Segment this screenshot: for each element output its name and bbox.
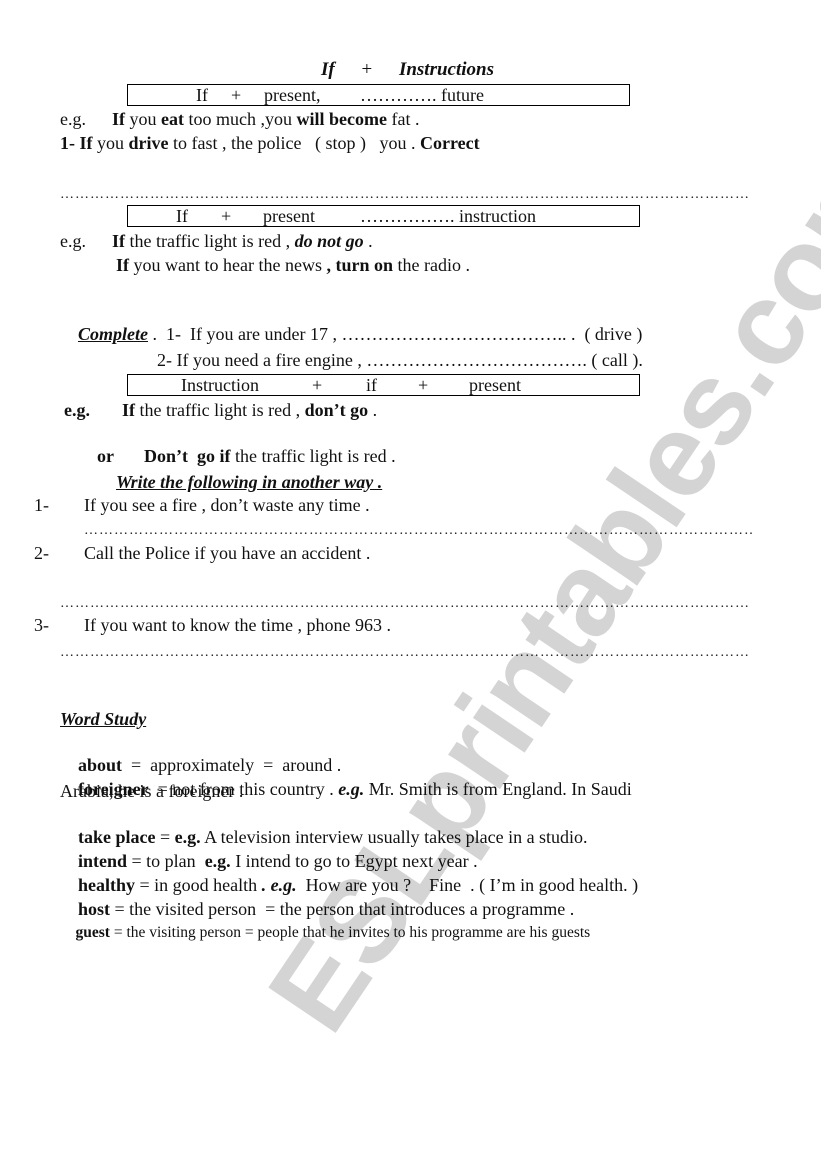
eg-label: e.g. [60,109,86,129]
example-instruction-2: If you want to hear the news , turn on t… [116,254,470,276]
rewrite-item-3-text: If you want to know the time , phone 963… [84,615,391,635]
formula-box-instruction: If + present ……………. instruction [127,205,640,227]
complete-heading: Complete [78,324,148,344]
text: you [92,133,129,153]
text: too much ,you [183,109,297,129]
rewrite-item-3-number: 3- [34,615,49,635]
box3-present: present [469,375,521,395]
example-instruction-1: e.g. If the traffic light is red , do not… [60,230,373,252]
eg-label: e.g. [60,231,86,251]
word-term: guest [75,924,110,941]
box1-future: …………. future [360,85,484,105]
box2-present: present [263,206,315,226]
complete-item-2: 2- If you need a fire engine , ………………………… [157,350,643,370]
bold-if: If [116,255,129,275]
or-label: or [97,446,114,466]
bold-dont-go: don’t go [304,400,369,420]
text: you want to hear the news [129,255,327,275]
word-study-heading: Word Study [60,709,147,729]
word-entry-foreigner-cont: Arabia, he is a foreigner . [60,781,244,801]
answer-line[interactable]: …………………………………………………………………………………………………………… [60,597,768,611]
eg-label: e.g. [64,400,90,420]
rewrite-item-1-text: If you see a fire , don’t waste any time… [84,495,370,515]
bold-dont-go-if: Don’t go if [144,446,231,466]
formula-box-reversed: Instruction + if + present [127,374,640,396]
title-if: If [321,59,335,80]
word-definition: = the visiting person = people that he i… [109,924,591,941]
title-instructions: Instructions [398,59,494,80]
correct-instruction: Correct [419,133,480,153]
text: the traffic light is red , [125,231,295,251]
text: . [368,400,378,420]
complete-text-1: . 1- If you are under 17 , ……………………………….… [148,324,643,344]
bold-if: If [112,109,125,129]
bold-eat: eat [161,109,184,129]
box1-if: If [196,85,208,105]
box1-plus: + [231,85,242,105]
formula-box-future: If + present, …………. future [127,84,630,106]
box2-if: If [176,206,188,226]
word-example: Mr. Smith is from England. In Saudi [364,779,632,799]
page-title: If + Instructions [321,59,494,81]
bold-will-become: will become [296,109,387,129]
example-reversed-1: e.g. If the traffic light is red , don’t … [64,399,377,421]
rewrite-item-1-number: 1- [34,495,49,515]
box3-plus: + [418,375,429,395]
answer-line[interactable]: …………………………………………………………………………………………………………… [60,646,768,660]
answer-line[interactable]: …………………………………………………………………………………………………………… [60,188,768,202]
text: the radio . [392,255,470,275]
text: fat . [386,109,420,129]
bold-turn-on: , turn on [326,255,393,275]
rewrite-heading: Write the following in another way . [116,472,383,492]
example-future: e.g. If you eat too much ,you will become… [60,108,419,130]
box3-instruction: Instruction [181,375,259,395]
word-entry-guest: guest = the visiting person = people tha… [60,900,591,966]
text: to fast , the police ( stop ) you . [168,133,420,153]
box2-instruction: ……………. instruction [360,206,536,226]
text: . [363,231,373,251]
bold-if: If [112,231,125,251]
eg-label: e.g. [338,779,365,799]
rewrite-item-2-number: 2- [34,543,49,563]
exercise-correct: 1- If you drive to fast , the police ( s… [60,132,480,154]
box2-plus: + [221,206,232,226]
rewrite-item-2-text: Call the Police if you have an accident … [84,543,371,563]
title-plus: + [361,59,373,80]
bold-do-not-go: do not go [294,231,364,251]
answer-line[interactable]: …………………………………………………………………………………………………………… [84,524,752,538]
box3-plus: + [312,375,323,395]
bold-drive: drive [128,133,169,153]
bold-if: If [122,400,135,420]
text: the traffic light is red . [230,446,396,466]
box3-if: if [366,375,377,395]
text: you [125,109,161,129]
text: the traffic light is red , [135,400,305,420]
exercise-number: 1- If [60,133,93,153]
box1-present: present, [264,85,321,105]
